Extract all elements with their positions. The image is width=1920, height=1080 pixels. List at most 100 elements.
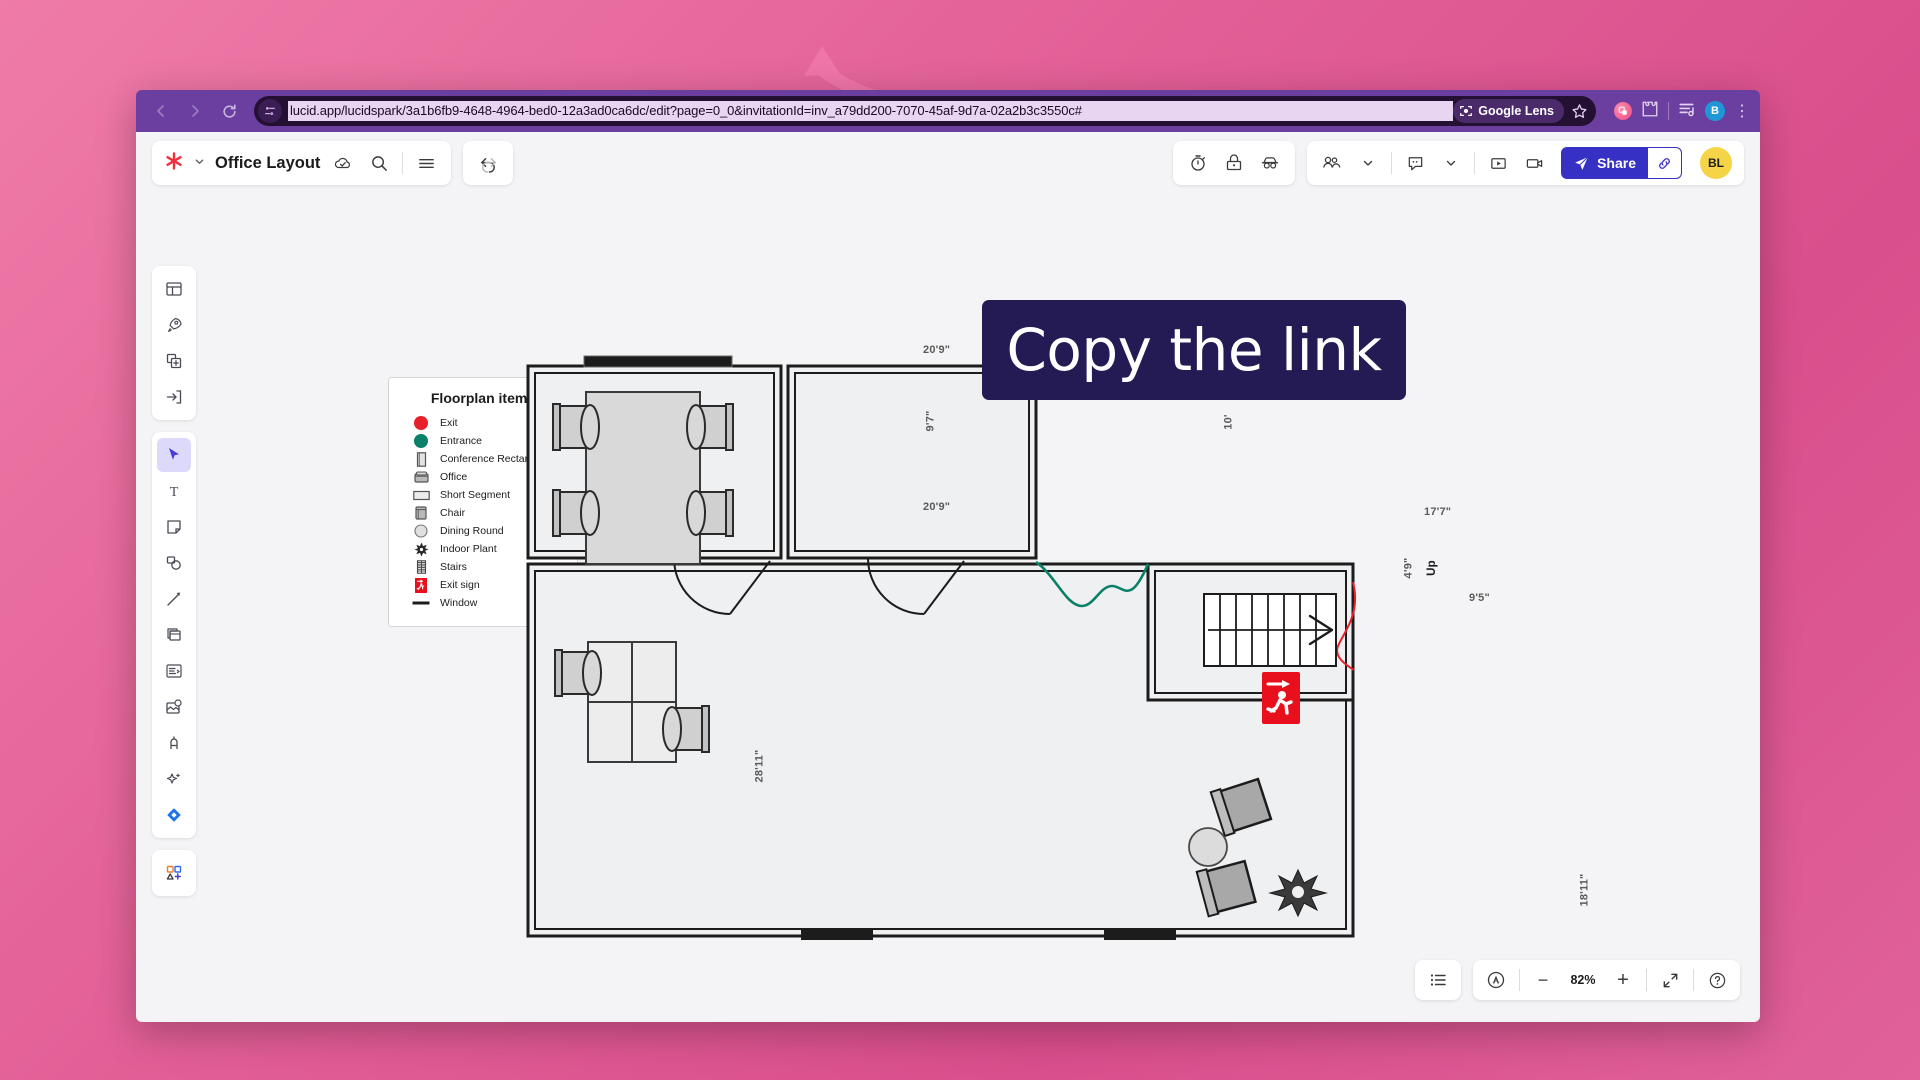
bottom-right-controls: − 82% + <box>1415 960 1740 1000</box>
left-toolbar: T <box>152 266 196 896</box>
forward-button[interactable] <box>180 96 210 126</box>
document-title-card: Office Layout <box>152 141 452 185</box>
puzzle-extensions-icon[interactable] <box>1641 100 1659 123</box>
ai-sparkle-icon[interactable] <box>157 762 191 796</box>
zoom-controls-card: − 82% + <box>1473 960 1740 1000</box>
comment-icon[interactable] <box>1402 150 1428 176</box>
indoor-plant-icon <box>411 542 431 557</box>
floorplan-drawing[interactable] <box>436 314 1636 1022</box>
vote-box-icon[interactable] <box>1221 150 1247 176</box>
shapes-icon[interactable] <box>157 546 191 580</box>
green-circle-icon <box>411 434 431 449</box>
zoom-level[interactable]: 82% <box>1566 973 1600 987</box>
accessibility-icon[interactable] <box>1483 967 1509 993</box>
app-header: Office Layout Share BL <box>136 132 1760 194</box>
templates-icon[interactable] <box>157 272 191 306</box>
diagram-list-icon[interactable] <box>157 654 191 688</box>
user-avatar[interactable]: BL <box>1700 147 1732 179</box>
site-settings-icon[interactable] <box>258 99 282 123</box>
logo-chevron-icon[interactable] <box>194 154 205 172</box>
bookmark-star-icon[interactable] <box>1566 98 1592 124</box>
undo-redo-card <box>463 141 514 185</box>
share-label: Share <box>1597 155 1636 171</box>
help-icon[interactable] <box>1704 967 1730 993</box>
conference-rectangle-icon <box>411 451 431 467</box>
text-tool-icon[interactable]: T <box>157 474 191 508</box>
window-top <box>583 355 733 368</box>
shape-library-icon[interactable] <box>157 856 191 890</box>
stairs-icon <box>411 560 431 575</box>
lucid-diamond-icon[interactable] <box>157 798 191 832</box>
url-text[interactable]: lucid.app/lucidspark/3a1b6fb9-4648-4964-… <box>288 101 1454 121</box>
toolbar-divider <box>1668 102 1669 120</box>
dim-main-right: 18'11" <box>1578 873 1591 907</box>
pen-line-icon[interactable] <box>157 582 191 616</box>
exit-sign-icon <box>411 577 431 593</box>
reading-list-icon[interactable] <box>1678 100 1696 123</box>
sticky-note-icon[interactable] <box>157 510 191 544</box>
profile-avatar[interactable]: B <box>1705 101 1725 121</box>
document-title[interactable]: Office Layout <box>215 154 320 173</box>
browser-toolbar: lucid.app/lucidspark/3a1b6fb9-4648-4964-… <box>136 90 1760 132</box>
cloud-saved-icon <box>330 150 356 176</box>
video-call-icon[interactable] <box>1521 150 1547 176</box>
extension-icon[interactable] <box>1614 102 1632 120</box>
zoom-in-button[interactable]: + <box>1610 967 1636 993</box>
collaborators-chevron-icon[interactable] <box>1355 150 1381 176</box>
stairs-direction-label: Up <box>1425 560 1438 576</box>
dim-conference-right: 9'7" <box>924 410 937 432</box>
fit-to-screen-icon[interactable] <box>1657 967 1683 993</box>
chrome-menu-icon[interactable]: ⋮ <box>1734 101 1750 121</box>
browser-window: lucid.app/lucidspark/3a1b6fb9-4648-4964-… <box>136 90 1760 1022</box>
lucidspark-app: Office Layout Share BL T Floorplan items… <box>136 132 1760 1022</box>
anonymous-mode-icon[interactable] <box>1257 150 1283 176</box>
menu-icon[interactable] <box>413 150 439 176</box>
timer-icon[interactable] <box>1185 150 1211 176</box>
address-bar[interactable]: lucid.app/lucidspark/3a1b6fb9-4648-4964-… <box>254 96 1596 126</box>
callout-text: Copy the link <box>1006 316 1382 384</box>
dim-main-left: 28'11" <box>753 749 766 783</box>
share-button[interactable]: Share <box>1561 147 1648 179</box>
layers-list-icon[interactable] <box>1425 967 1451 993</box>
header-divider-2 <box>1391 152 1393 174</box>
frame-icon[interactable] <box>157 618 191 652</box>
copy-link-button[interactable] <box>1648 147 1682 179</box>
dim-stair-room-left: 4'9" <box>1402 557 1415 579</box>
google-lens-button[interactable]: Google Lens <box>1453 99 1564 123</box>
office-icon <box>411 470 431 485</box>
zoom-divider-3 <box>1693 969 1694 991</box>
reload-button[interactable] <box>214 96 244 126</box>
layers-panel-button-card <box>1415 960 1461 1000</box>
collaborators-icon[interactable] <box>1319 150 1345 176</box>
canvas-area[interactable]: T Floorplan items Exit Entrance Conferen… <box>136 194 1760 1022</box>
dim-stair-room-top: 17'7" <box>1424 506 1452 518</box>
image-icon[interactable] <box>157 690 191 724</box>
lucid-logo-icon[interactable] <box>164 151 184 176</box>
window-bottom-left <box>801 929 873 940</box>
dim-stair-width: 9'5" <box>1469 592 1490 604</box>
svg-text:T: T <box>170 485 179 500</box>
back-button[interactable] <box>146 96 176 126</box>
comment-chevron-icon[interactable] <box>1438 150 1464 176</box>
redo-icon[interactable] <box>475 150 501 176</box>
import-icon[interactable] <box>157 380 191 414</box>
link-icon <box>1659 157 1670 169</box>
marker-icon[interactable] <box>157 726 191 760</box>
dim-room2-right: 10' <box>1222 414 1235 430</box>
red-circle-icon <box>411 416 431 431</box>
toolbar-group-shapes-library <box>152 850 196 896</box>
zoom-out-button[interactable]: − <box>1530 967 1556 993</box>
lens-icon <box>1460 106 1473 116</box>
send-icon <box>1575 156 1589 170</box>
select-tool-icon[interactable] <box>157 438 191 472</box>
stairs-shape <box>1203 593 1337 667</box>
session-tools-card <box>1173 141 1296 185</box>
copy-the-link-callout: Copy the link <box>982 300 1406 400</box>
add-shape-icon[interactable] <box>157 344 191 378</box>
toolbar-group-tools: T <box>152 432 196 838</box>
window-icon <box>411 596 431 611</box>
present-icon[interactable] <box>1485 150 1511 176</box>
rocket-icon[interactable] <box>157 308 191 342</box>
search-icon[interactable] <box>366 150 392 176</box>
lens-label: Google Lens <box>1478 104 1554 118</box>
